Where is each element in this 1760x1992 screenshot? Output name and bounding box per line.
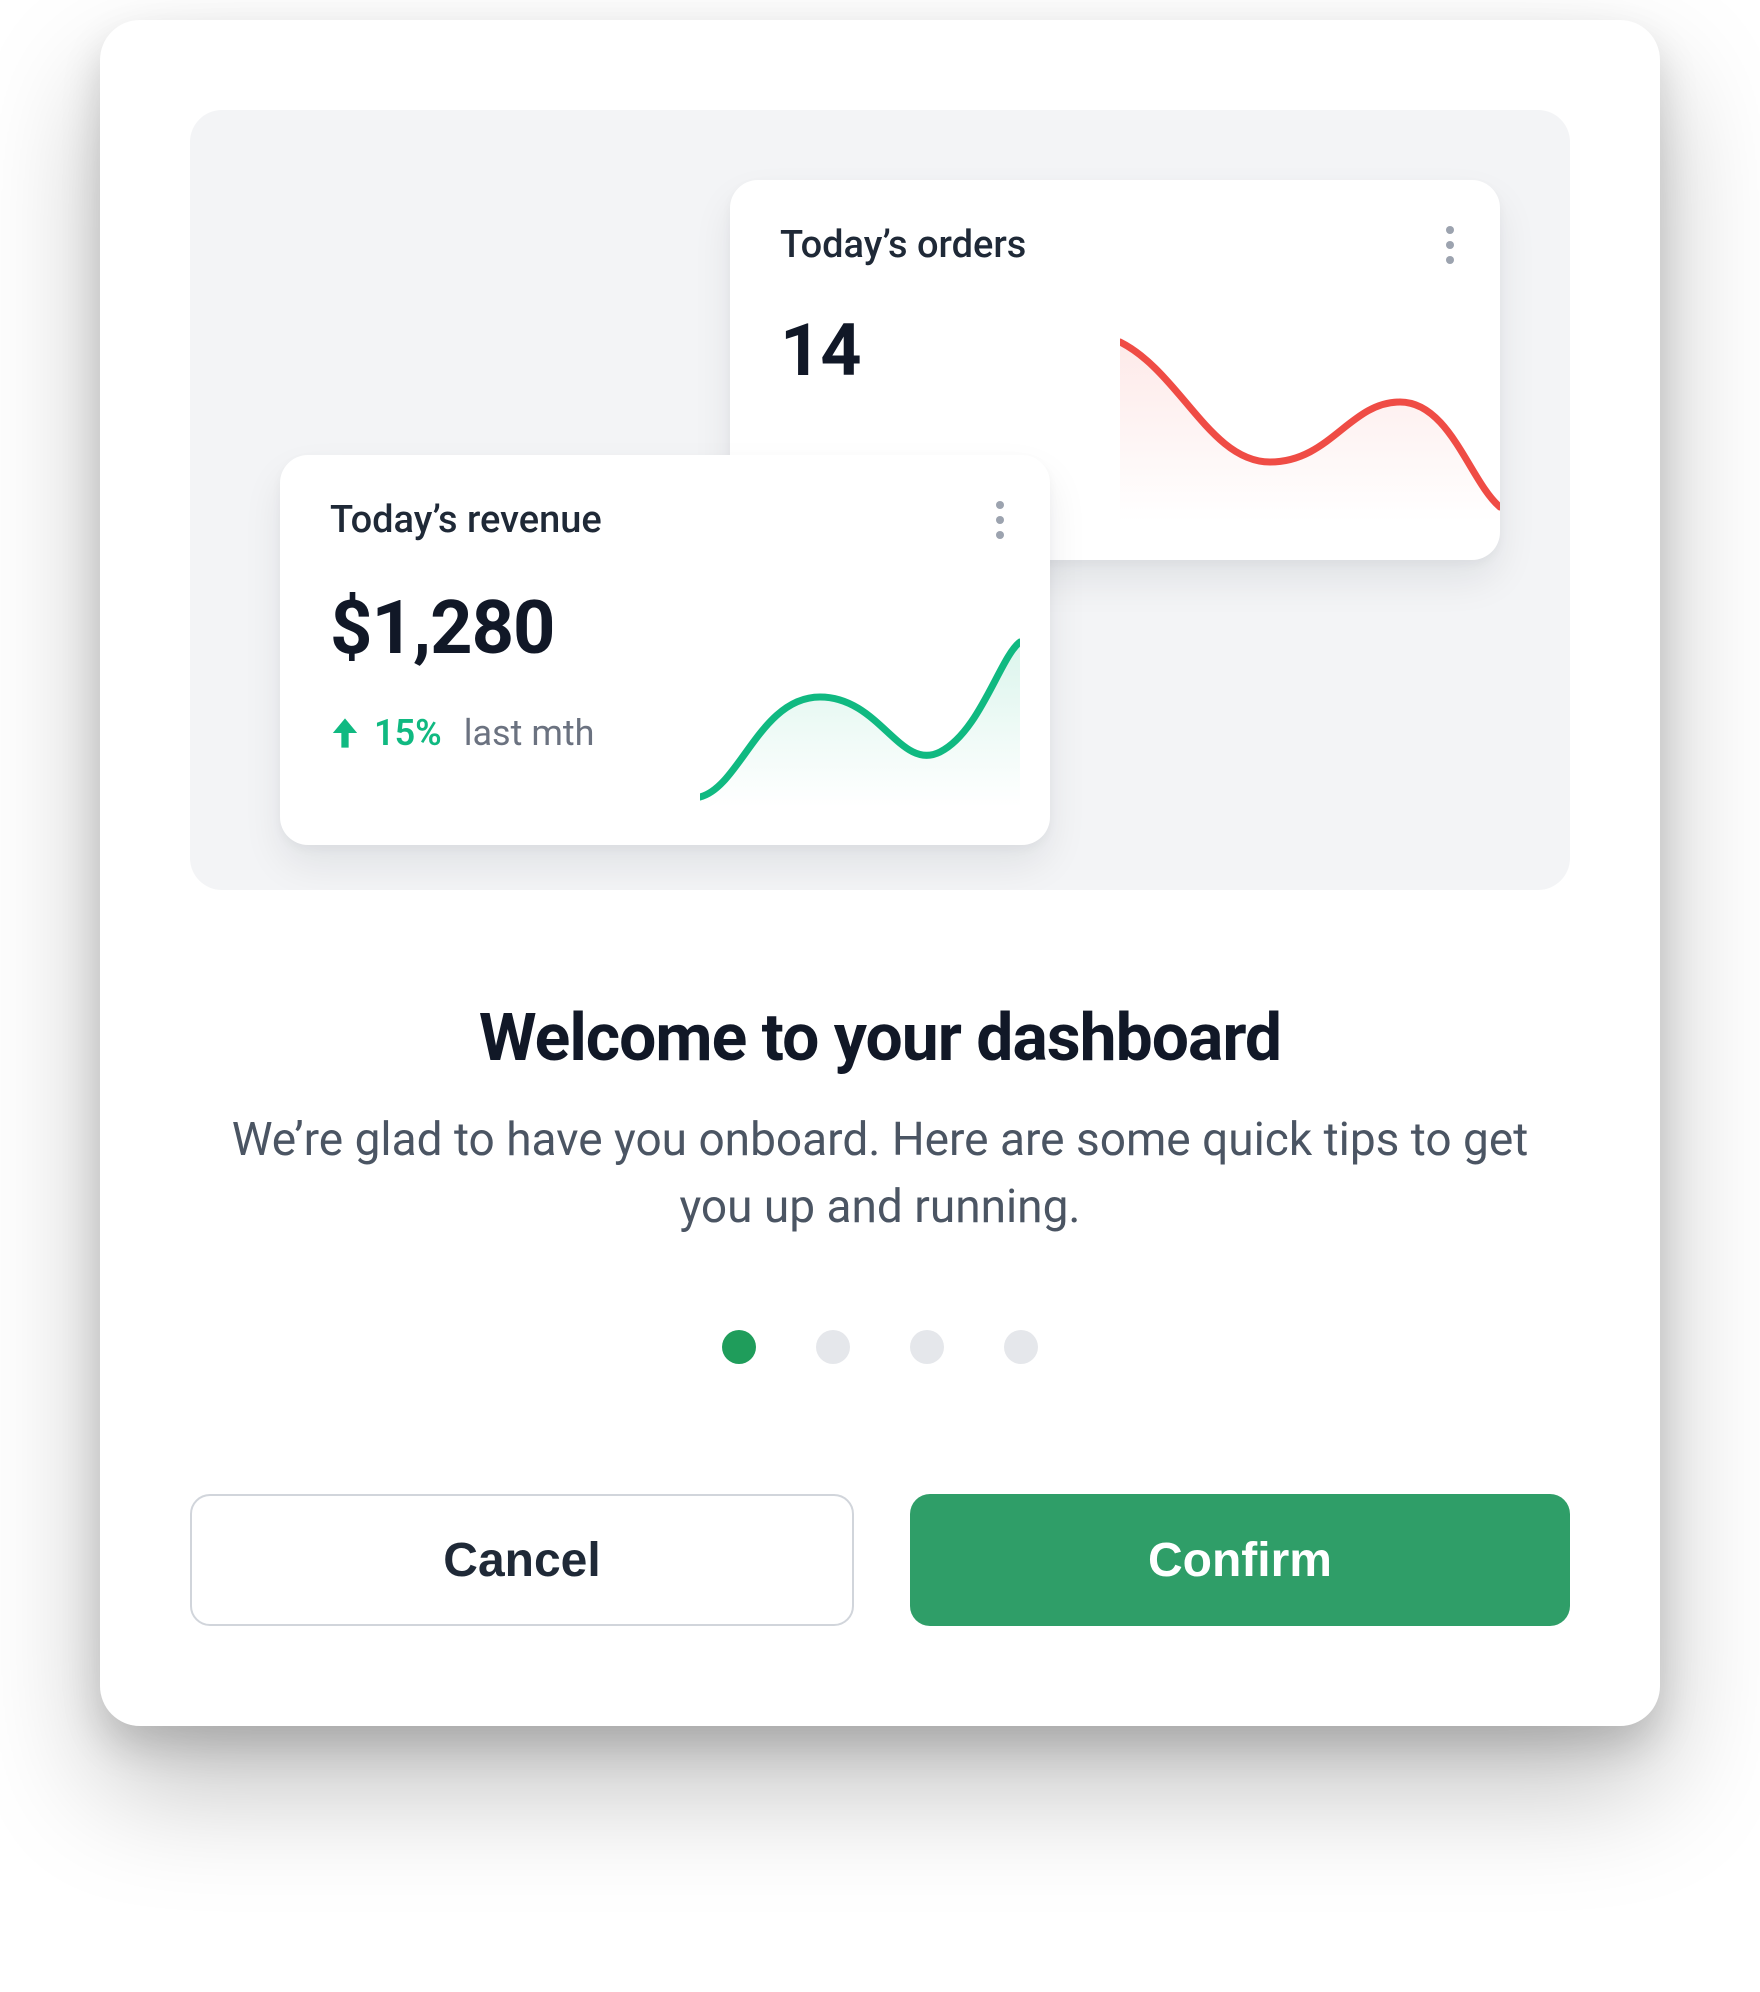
pager-dot-1[interactable] bbox=[722, 1330, 756, 1364]
more-vertical-icon[interactable] bbox=[1440, 220, 1460, 270]
more-vertical-icon[interactable] bbox=[990, 495, 1010, 545]
trend-percent: 15% bbox=[374, 712, 442, 754]
arrow-up-icon bbox=[330, 716, 360, 750]
onboarding-modal: Today’s orders 14 Today’s rev bbox=[100, 20, 1660, 1726]
pager-dot-4[interactable] bbox=[1004, 1330, 1038, 1364]
modal-headline: Welcome to your dashboard bbox=[190, 1000, 1570, 1077]
revenue-sparkline bbox=[700, 637, 1020, 807]
confirm-button[interactable]: Confirm bbox=[910, 1494, 1570, 1626]
trend-label: last mth bbox=[464, 712, 595, 754]
pagination-dots bbox=[190, 1330, 1570, 1364]
orders-card-title: Today’s orders bbox=[780, 223, 1026, 267]
orders-sparkline bbox=[1120, 332, 1500, 522]
cancel-button[interactable]: Cancel bbox=[190, 1494, 854, 1626]
pager-dot-3[interactable] bbox=[910, 1330, 944, 1364]
revenue-card-title: Today’s revenue bbox=[330, 498, 602, 542]
pager-dot-2[interactable] bbox=[816, 1330, 850, 1364]
illustration-panel: Today’s orders 14 Today’s rev bbox=[190, 110, 1570, 890]
modal-actions: Cancel Confirm bbox=[190, 1494, 1570, 1626]
modal-subtext: We’re glad to have you onboard. Here are… bbox=[190, 1107, 1570, 1240]
stat-card-revenue: Today’s revenue $1,280 15% last mth bbox=[280, 455, 1050, 845]
